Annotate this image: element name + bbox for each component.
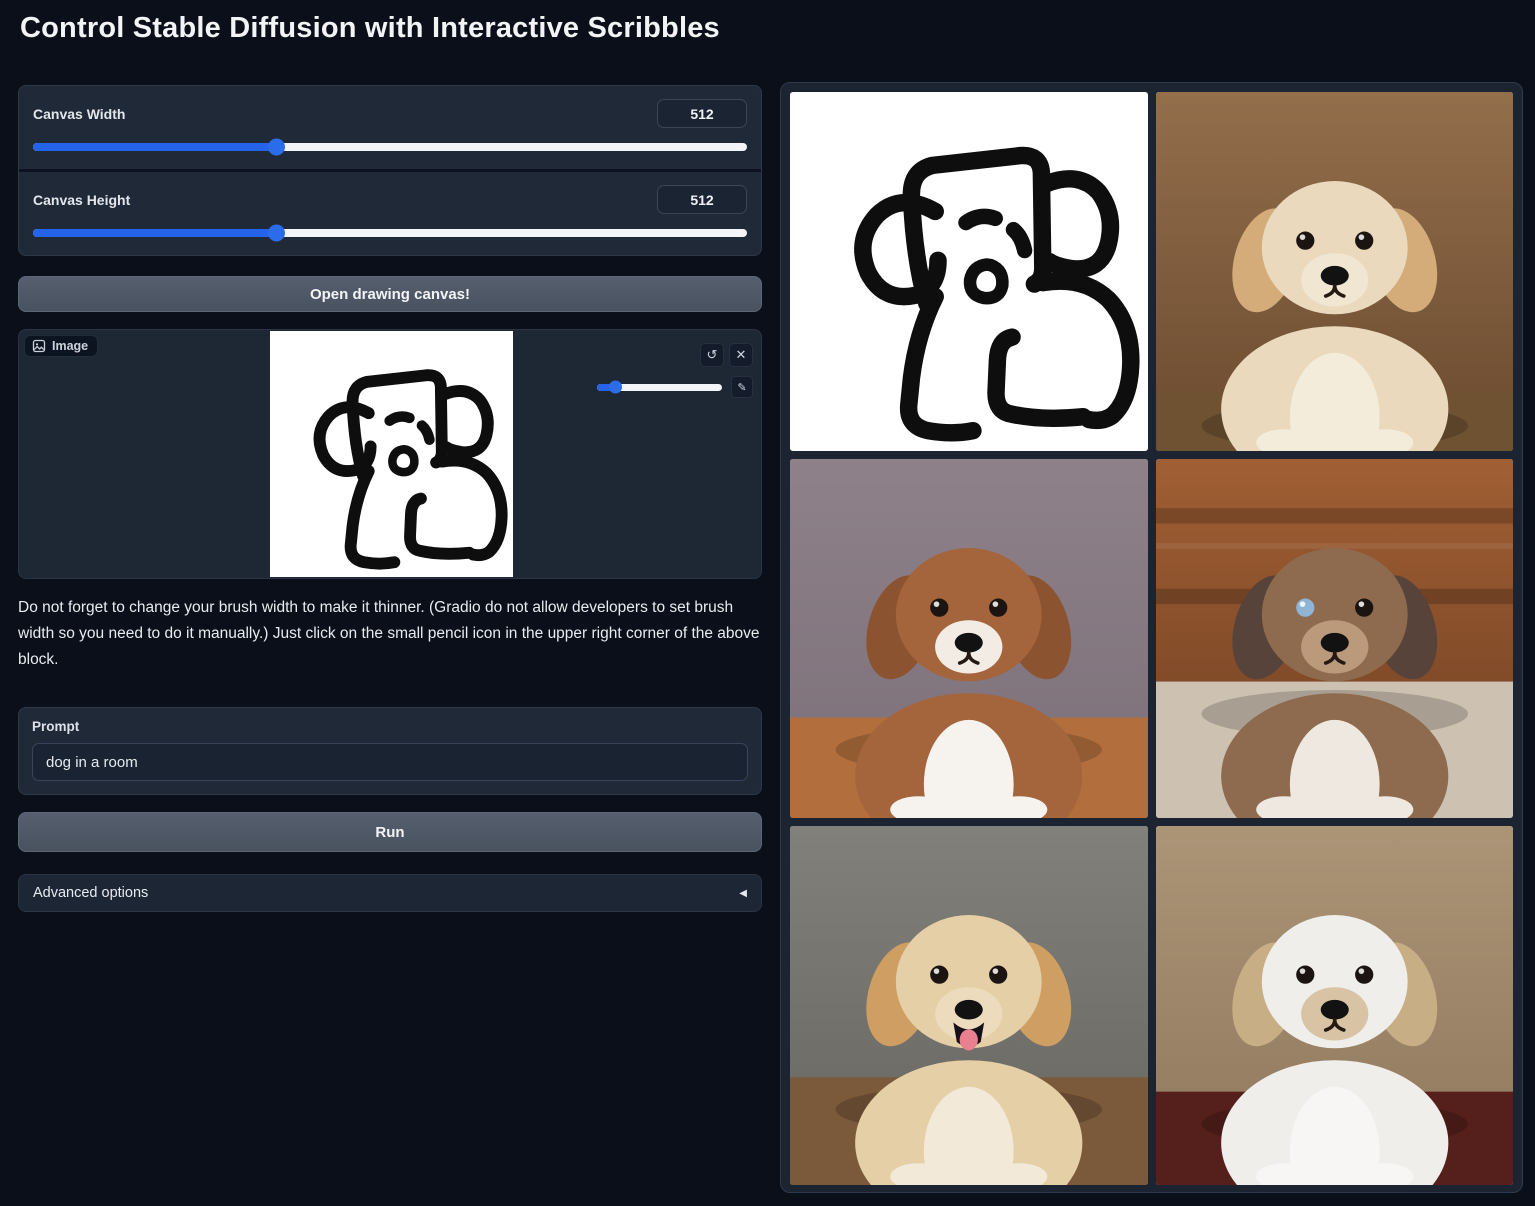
brush-width-slider[interactable]: [597, 384, 722, 391]
gallery-item-dog-photo[interactable]: [1156, 459, 1514, 818]
canvas-height-value-input[interactable]: [657, 185, 747, 214]
app-page: Control Stable Diffusion with Interactiv…: [0, 0, 1535, 1206]
advanced-options-accordion[interactable]: Advanced options ◀: [18, 874, 762, 912]
close-icon[interactable]: ✕: [729, 343, 753, 367]
canvas-width-value-input[interactable]: [657, 99, 747, 128]
controls-column: Canvas Width Canvas Height Ope: [18, 85, 762, 912]
gallery-item-dog-photo[interactable]: [790, 826, 1148, 1185]
open-drawing-canvas-button[interactable]: Open drawing canvas!: [18, 276, 762, 312]
canvas-height-slider[interactable]: [33, 229, 747, 237]
image-editor-block: Image ↺ ✕ ✎: [18, 329, 762, 579]
scribble-drawing: [270, 331, 513, 577]
prompt-input[interactable]: [32, 743, 748, 781]
canvas-height-row: Canvas Height: [19, 169, 761, 255]
brush-note-text: Do not forget to change your brush width…: [18, 595, 760, 673]
chevron-left-icon: ◀: [739, 888, 747, 899]
canvas-height-label: Canvas Height: [33, 192, 130, 208]
brush-width-row: ✎: [597, 376, 753, 398]
undo-icon[interactable]: ↺: [700, 343, 724, 367]
slider-thumb[interactable]: [609, 381, 622, 394]
gallery-item-dog-photo[interactable]: [1156, 826, 1514, 1185]
pencil-icon[interactable]: ✎: [731, 376, 753, 398]
results-column: [780, 82, 1523, 1193]
slider-fill: [33, 143, 276, 151]
page-title: Control Stable Diffusion with Interactiv…: [20, 12, 720, 45]
canvas-size-panel: Canvas Width Canvas Height: [18, 85, 762, 256]
result-gallery: [780, 82, 1523, 1193]
slider-thumb[interactable]: [268, 139, 285, 156]
canvas-width-row: Canvas Width: [19, 86, 761, 169]
advanced-options-label: Advanced options: [33, 885, 148, 901]
run-button[interactable]: Run: [18, 812, 762, 852]
image-icon: [32, 339, 46, 353]
canvas-width-slider[interactable]: [33, 143, 747, 151]
gallery-item-scribble[interactable]: [790, 92, 1148, 451]
canvas-width-label: Canvas Width: [33, 106, 125, 122]
slider-thumb[interactable]: [268, 225, 285, 242]
image-toolbar: ↺ ✕: [700, 343, 753, 367]
image-badge-label: Image: [52, 339, 88, 353]
prompt-label: Prompt: [32, 719, 748, 734]
gallery-item-dog-photo[interactable]: [790, 459, 1148, 818]
image-badge: Image: [24, 335, 98, 357]
gallery-item-dog-photo[interactable]: [1156, 92, 1514, 451]
slider-fill: [33, 229, 276, 237]
drawing-canvas[interactable]: [270, 331, 513, 577]
prompt-panel: Prompt: [18, 707, 762, 795]
